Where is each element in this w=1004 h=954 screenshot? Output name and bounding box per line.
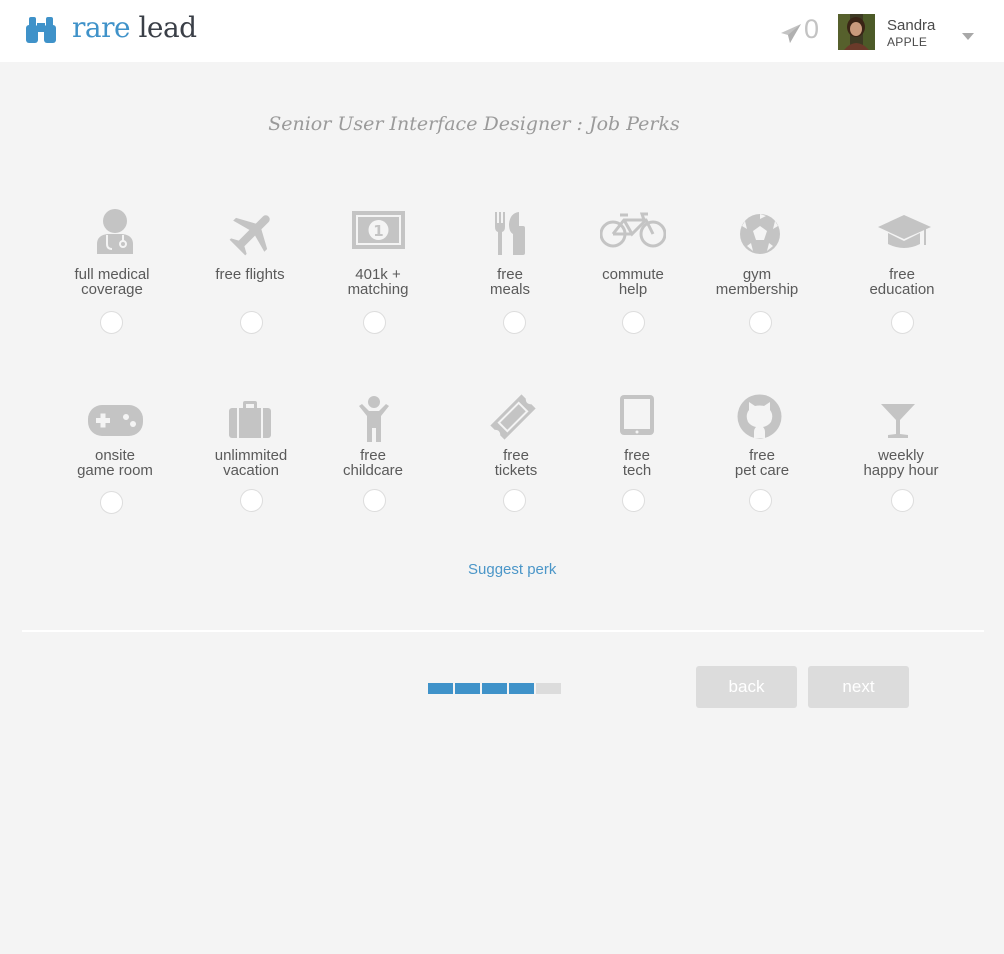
perk-label-commute-help: commute help [573,267,693,297]
cocktail-icon [881,404,915,438]
perk-radio-unlimmited-vacation[interactable] [240,489,263,512]
logo-word-lead: lead [138,11,197,44]
user-avatar[interactable] [838,14,875,50]
perk-radio-full-medical-coverage[interactable] [100,311,123,334]
progress-step [455,683,480,694]
money-icon: 1 [352,211,405,249]
perk-radio-weekly-happy-hour[interactable] [891,489,914,512]
page-title: Senior User Interface Designer : Job Per… [268,113,680,135]
bicycle-icon [600,212,666,248]
perk-radio-free-flights[interactable] [240,311,263,334]
perk-label-full-medical-coverage: full medical coverage [52,267,172,297]
github-cat-icon [737,394,782,439]
perk-radio-free-tech[interactable] [622,489,645,512]
perk-label-free-childcare: free childcare [313,448,433,478]
perk-label-line: tickets [494,462,538,479]
perk-label-line: help [618,281,648,298]
divider [22,630,984,632]
progress-step [536,683,561,694]
perk-label-line: free flights [215,266,285,283]
perk-label-line: game room [77,462,153,479]
perk-label-free-flights: free flights [190,267,310,282]
perk-label-401k-matching: 401k + matching [318,267,438,297]
user-company: APPLE [887,35,928,49]
top-header: rare lead 0 Sandra APPLE [0,0,1004,62]
perk-radio-gym-membership[interactable] [749,311,772,334]
perk-label-line: free [360,447,386,464]
perk-radio-401k-matching[interactable] [363,311,386,334]
perk-label-free-tickets: free tickets [456,448,576,478]
perk-radio-free-tickets[interactable] [503,489,526,512]
perk-label-line: membership [715,281,799,298]
sent-count: 0 [804,14,820,44]
perk-label-line: onsite [94,447,136,464]
perk-label-line: coverage [81,281,143,298]
perk-label-free-tech: free tech [577,448,697,478]
perk-label-line: commute [602,266,664,283]
logo-wordmark[interactable]: rare lead [72,11,197,44]
step-progress-bar [428,683,561,694]
svg-text:1: 1 [373,222,383,240]
perk-radio-onsite-game-room[interactable] [100,491,123,514]
perk-label-gym-membership: gym membership [697,267,817,297]
perk-label-line: tech [622,462,652,479]
perk-label-line: free [497,266,523,283]
suggest-perk-link[interactable]: Suggest perk [468,561,556,578]
perk-label-line: full medical [74,266,150,283]
ticket-icon [489,394,537,440]
perk-label-free-pet-care: free pet care [702,448,822,478]
progress-step [428,683,453,694]
logo-word-rare: rare [72,11,131,44]
suitcase-icon [229,401,271,438]
binoculars-logo-icon [24,15,58,45]
user-menu-chevron-down-icon[interactable] [962,33,974,40]
perk-label-line: weekly [878,447,924,464]
perk-label-line: free [889,266,915,283]
perk-label-line: free [624,447,650,464]
paper-plane-icon[interactable] [780,23,802,45]
user-name: Sandra [887,17,936,34]
cutlery-icon [493,212,527,255]
perk-label-line: childcare [342,462,404,479]
perk-radio-free-meals[interactable] [503,311,526,334]
perk-label-onsite-game-room: onsite game room [55,448,175,478]
doctor-icon [94,208,136,254]
perk-label-line: happy hour [863,462,939,479]
perk-radio-free-childcare[interactable] [363,489,386,512]
perk-label-weekly-happy-hour: weekly happy hour [841,448,961,478]
back-button[interactable]: back [696,666,797,708]
soccer-ball-icon [739,213,781,255]
perk-label-free-meals: free meals [450,267,570,297]
perk-label-line: pet care [734,462,790,479]
perk-label-free-education: free education [842,267,962,297]
gamepad-icon [88,405,143,436]
progress-step [482,683,507,694]
next-button[interactable]: next [808,666,909,708]
perk-radio-free-pet-care[interactable] [749,489,772,512]
tablet-icon [620,395,654,435]
perk-label-unlimmited-vacation: unlimmited vacation [191,448,311,478]
perk-radio-commute-help[interactable] [622,311,645,334]
perk-label-line: free [749,447,775,464]
perk-label-line: vacation [223,462,279,479]
perk-label-line: meals [489,281,530,298]
airplane-icon [229,208,277,256]
progress-step [509,683,534,694]
perk-label-line: free [503,447,529,464]
perk-label-line: unlimmited [214,447,288,464]
perk-label-line: 401k + [355,266,401,283]
perk-label-line: matching [347,281,409,298]
perk-label-line: gym [742,266,772,283]
perk-radio-free-education[interactable] [891,311,914,334]
child-icon [357,396,391,442]
graduation-cap-icon [878,215,931,253]
perk-label-line: education [869,281,935,298]
